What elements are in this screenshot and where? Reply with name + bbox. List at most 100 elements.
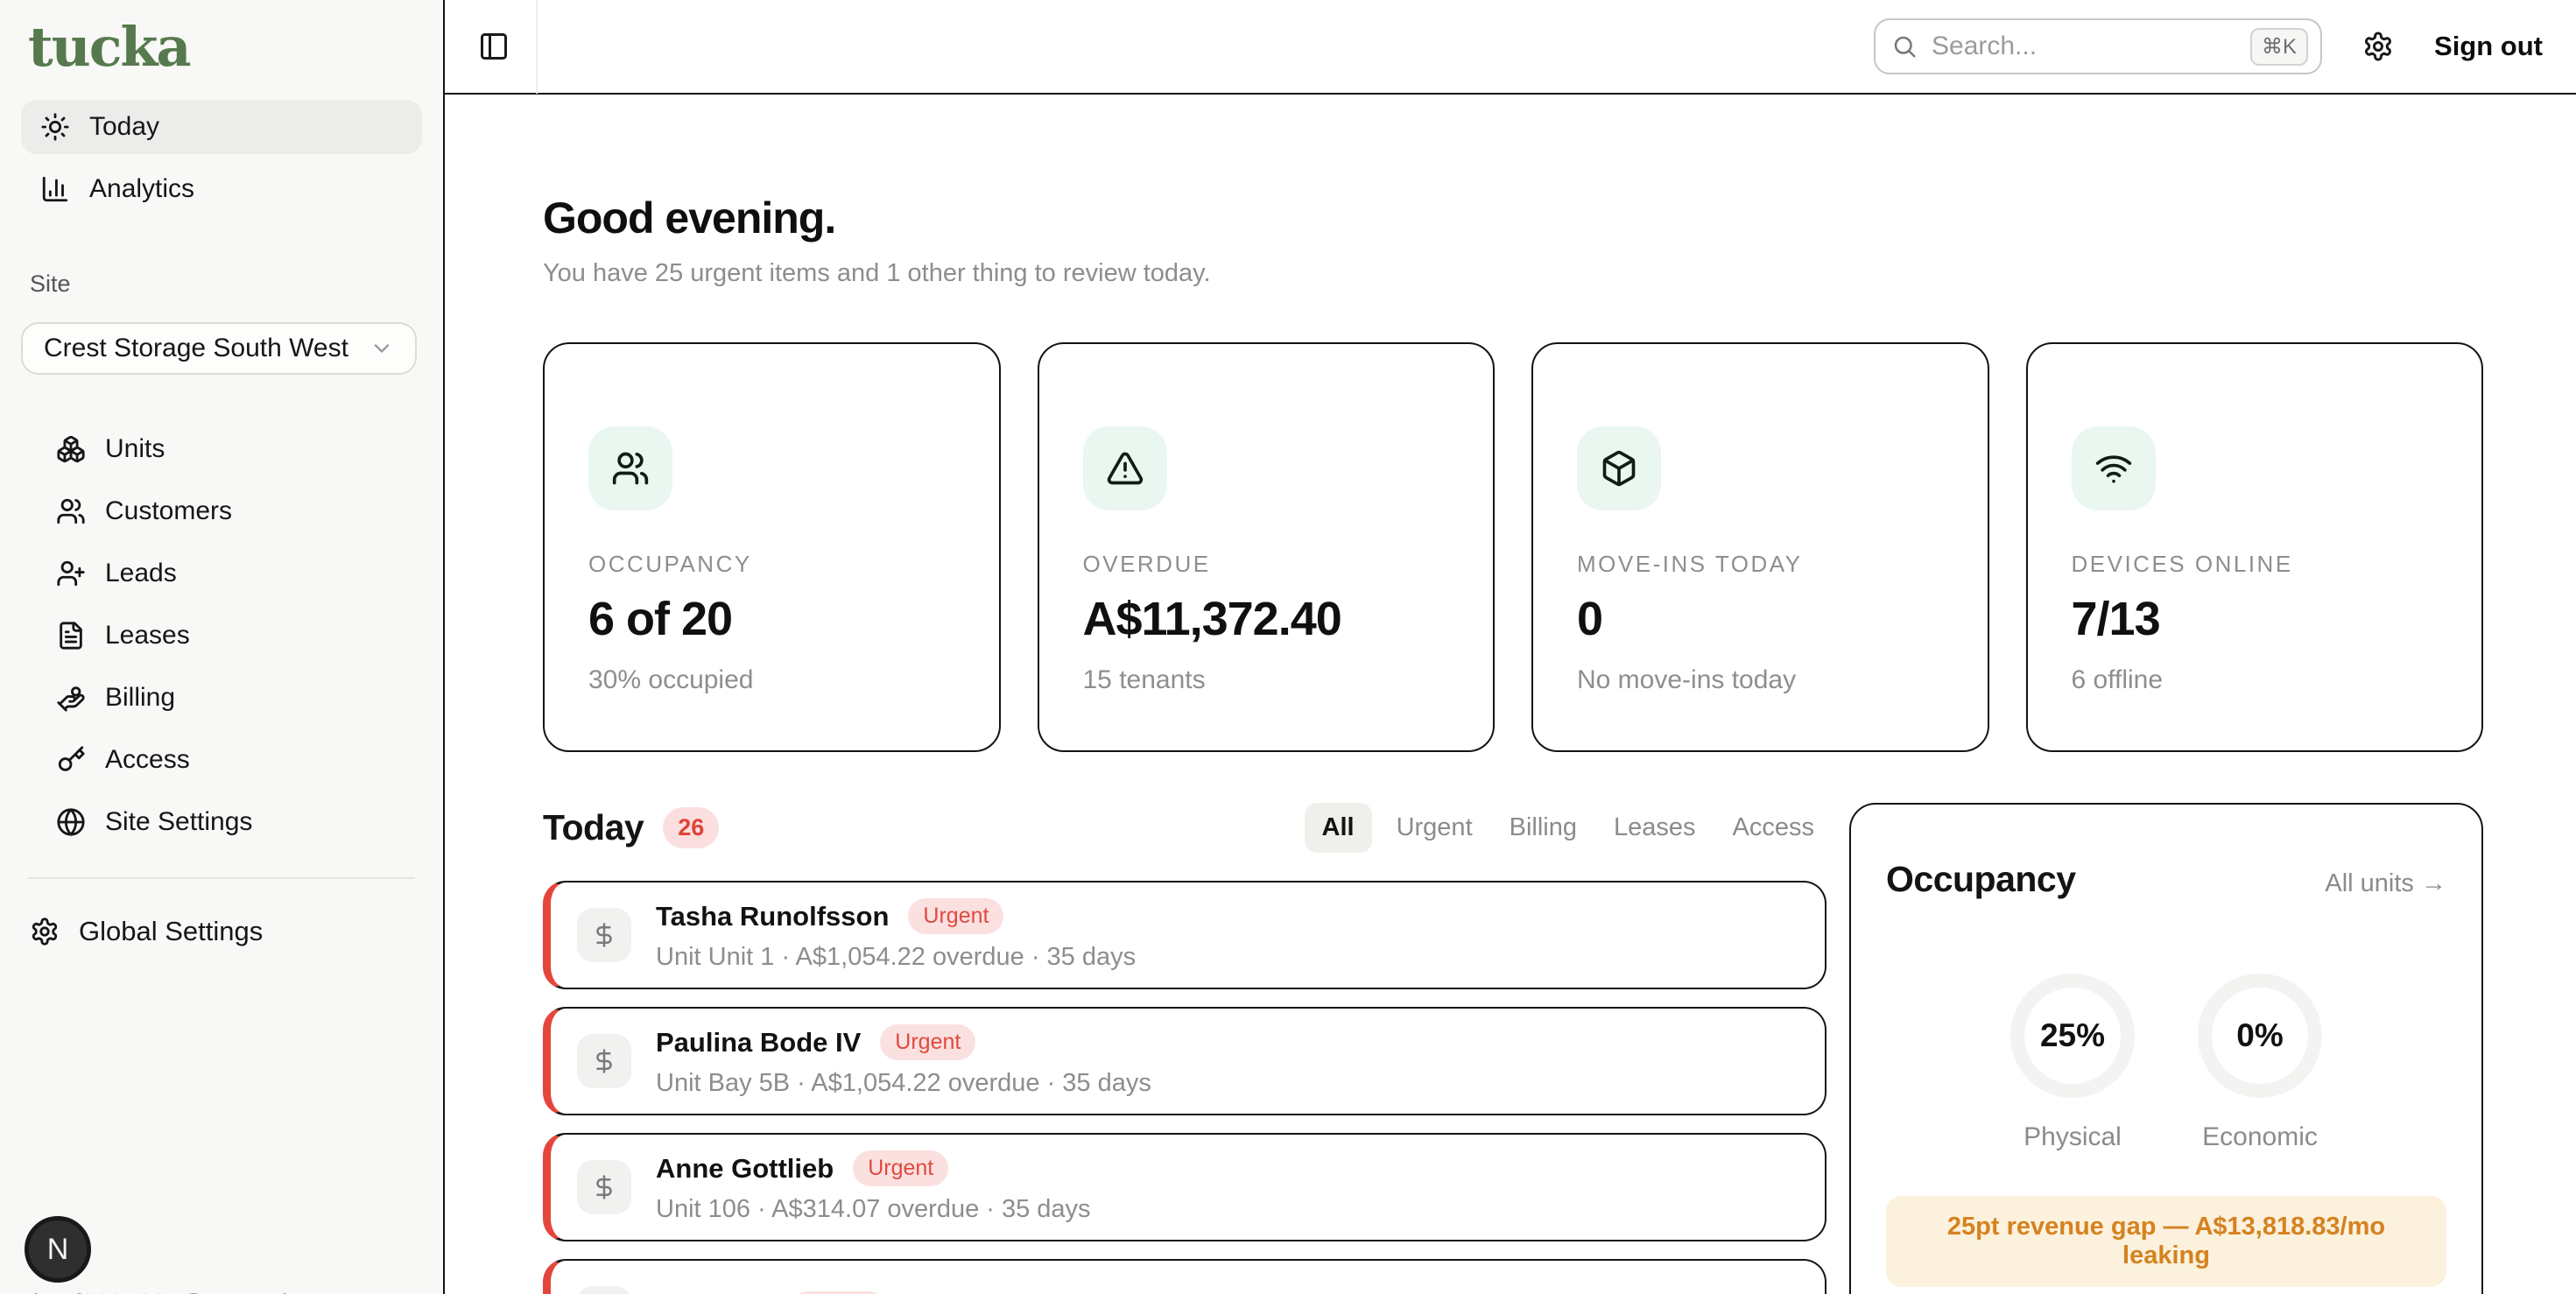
sidebar-toggle-button[interactable] (478, 31, 510, 62)
hand-coins-icon (56, 683, 86, 713)
sidebar-item-label: Leads (105, 559, 177, 588)
sidebar-item-analytics[interactable]: Analytics (21, 162, 422, 216)
feed-item[interactable]: Tasha Runolfsson Urgent Unit Unit 1 · A$… (543, 881, 1826, 989)
package-icon (1577, 426, 1661, 510)
sidebar: tucka Today Analytics Site Crest Storage… (0, 0, 445, 1294)
feed-count-badge: 26 (663, 807, 719, 848)
stat-value: 7/13 (2072, 592, 2439, 646)
panel-title: Occupancy (1886, 859, 2076, 900)
sign-out-button[interactable]: Sign out (2434, 31, 2543, 62)
top-bar: Search... ⌘K Sign out (445, 0, 2576, 95)
stat-subtext: 6 offline (2072, 665, 2439, 695)
feed-item-name: Paulina Bode IV (656, 1027, 861, 1058)
tab-all[interactable]: All (1305, 803, 1372, 853)
stat-label: OVERDUE (1083, 551, 1450, 578)
tab-leases[interactable]: Leases (1601, 803, 1708, 853)
feed-item[interactable]: Ray Torp Urgent (543, 1259, 1826, 1294)
gear-icon (2362, 31, 2394, 62)
sidebar-item-label: Today (89, 112, 159, 142)
stat-card-overdue: OVERDUE A$11,372.40 15 tenants (1038, 342, 1496, 752)
users-icon (56, 496, 86, 526)
user-email: dev-f2824265@example.com (25, 1290, 356, 1294)
feed-item[interactable]: Paulina Bode IV Urgent Unit Bay 5B · A$1… (543, 1007, 1826, 1115)
gauge-value: 25% (2040, 1017, 2105, 1054)
tab-billing[interactable]: Billing (1497, 803, 1589, 853)
sidebar-item-label: Units (105, 434, 165, 464)
feed-header: Today 26 All Urgent Billing Leases Acces… (543, 803, 1826, 853)
key-icon (56, 745, 86, 775)
wifi-icon (2072, 426, 2156, 510)
greeting-subtitle: You have 25 urgent items and 1 other thi… (543, 259, 2483, 288)
bottom-section: Today 26 All Urgent Billing Leases Acces… (543, 803, 2483, 1294)
dollar-icon (577, 908, 631, 962)
feed-filter-tabs: All Urgent Billing Leases Access (1305, 803, 1826, 853)
brand-logo[interactable]: tucka (28, 18, 422, 77)
dollar-icon (577, 1160, 631, 1214)
gauge-ring: 0% (2198, 974, 2322, 1098)
app-root: tucka Today Analytics Site Crest Storage… (0, 0, 2576, 1294)
settings-gear-button[interactable] (2362, 31, 2394, 62)
stat-subtext: 30% occupied (588, 665, 955, 695)
avatar[interactable]: N (25, 1216, 91, 1283)
dollar-icon (577, 1034, 631, 1088)
feed-item-detail: Unit 106 · A$314.07 overdue · 35 days (656, 1195, 1091, 1224)
dollar-icon (577, 1286, 631, 1294)
sidebar-item-units[interactable]: Units (37, 422, 422, 476)
feed-item-name: Anne Gottlieb (656, 1153, 834, 1185)
gauge-value: 0% (2236, 1017, 2283, 1054)
stat-label: MOVE-INS TODAY (1577, 551, 1944, 578)
gauge-label: Physical (2023, 1122, 2122, 1152)
revenue-gap-alert: 25pt revenue gap — A$13,818.83/mo leakin… (1886, 1196, 2446, 1287)
urgent-badge: Urgent (880, 1024, 975, 1060)
stat-card-move-ins: MOVE-INS TODAY 0 No move-ins today (1531, 342, 1989, 752)
sidebar-item-global-settings[interactable]: Global Settings (21, 904, 422, 959)
user-info: N dev-f2824265@example.com (25, 1216, 356, 1294)
sidebar-item-billing[interactable]: Billing (37, 671, 422, 725)
sidebar-item-label: Billing (105, 683, 175, 713)
sidebar-item-site-settings[interactable]: Site Settings (37, 795, 422, 849)
sidebar-divider (28, 877, 415, 879)
urgent-badge: Urgent (853, 1150, 948, 1186)
sidebar-item-access[interactable]: Access (37, 733, 422, 787)
gauge-economic: 0% Economic (2198, 974, 2322, 1152)
feed-item[interactable]: Anne Gottlieb Urgent Unit 106 · A$314.07… (543, 1133, 1826, 1241)
globe-icon (56, 807, 86, 837)
sidebar-item-label: Leases (105, 621, 190, 651)
stat-value: 0 (1577, 592, 1944, 646)
gear-icon (30, 917, 60, 946)
site-section-label: Site (30, 271, 422, 298)
search-input[interactable]: Search... ⌘K (1874, 18, 2322, 74)
occupancy-gauges: 25% Physical 0% Economic (1886, 974, 2446, 1152)
sidebar-item-leases[interactable]: Leases (37, 608, 422, 663)
tab-urgent[interactable]: Urgent (1384, 803, 1485, 853)
tab-access[interactable]: Access (1721, 803, 1826, 853)
sidebar-item-label: Analytics (89, 174, 194, 204)
user-plus-icon (56, 559, 86, 588)
sidebar-item-label: Site Settings (105, 807, 252, 837)
users-icon (588, 426, 672, 510)
stat-subtext: 15 tenants (1083, 665, 1450, 695)
stat-label: DEVICES ONLINE (2072, 551, 2439, 578)
feed-item-detail: Unit Bay 5B · A$1,054.22 overdue · 35 da… (656, 1069, 1151, 1098)
feed-item-detail: Unit Unit 1 · A$1,054.22 overdue · 35 da… (656, 943, 1136, 972)
stat-card-occupancy: OCCUPANCY 6 of 20 30% occupied (543, 342, 1001, 752)
search-shortcut-badge: ⌘K (2250, 28, 2308, 66)
search-icon (1891, 33, 1918, 60)
content-column: Search... ⌘K Sign out Good evening. You … (445, 0, 2576, 1294)
gauge-label: Economic (2202, 1122, 2318, 1152)
sidebar-item-customers[interactable]: Customers (37, 484, 422, 538)
sidebar-item-leads[interactable]: Leads (37, 546, 422, 601)
stat-value: A$11,372.40 (1083, 592, 1450, 646)
sidebar-site-nav: Units Customers Leads Leases (21, 422, 422, 849)
main-content: Good evening. You have 25 urgent items a… (445, 95, 2576, 1294)
all-units-link[interactable]: All units → (2325, 869, 2446, 898)
feed-list: Tasha Runolfsson Urgent Unit Unit 1 · A$… (543, 881, 1826, 1294)
sun-icon (40, 112, 70, 142)
gauge-ring: 25% (2010, 974, 2135, 1098)
site-selector[interactable]: Crest Storage South West (21, 322, 417, 375)
sidebar-item-today[interactable]: Today (21, 100, 422, 154)
stat-value: 6 of 20 (588, 592, 955, 646)
file-text-icon (56, 621, 86, 651)
alert-triangle-icon (1083, 426, 1167, 510)
sidebar-main-nav: Today Analytics (21, 100, 422, 216)
